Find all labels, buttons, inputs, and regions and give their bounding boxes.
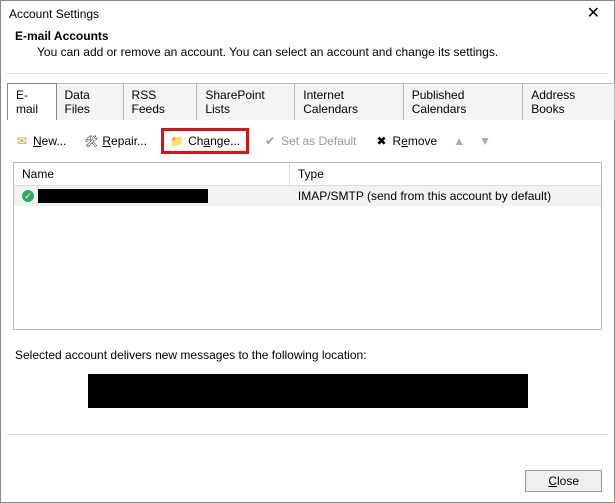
remove-button[interactable]: Remove	[371, 132, 442, 150]
account-name-redacted	[38, 189, 208, 203]
set-default-button: Set as Default	[259, 132, 360, 150]
header-title: E-mail Accounts	[15, 29, 600, 43]
tab-rss-feeds[interactable]: RSS Feeds	[123, 83, 198, 120]
new-button[interactable]: New...	[11, 132, 70, 150]
change-button[interactable]: Change...	[161, 128, 249, 154]
account-list[interactable]: Name Type ✓ IMAP/SMTP (send from this ac…	[13, 162, 602, 330]
tab-published-calendars[interactable]: Published Calendars	[403, 83, 524, 120]
divider	[7, 73, 608, 74]
tab-address-books[interactable]: Address Books	[522, 83, 615, 120]
header: E-mail Accounts You can add or remove an…	[1, 23, 614, 73]
table-row[interactable]: ✓ IMAP/SMTP (send from this account by d…	[14, 186, 601, 206]
col-name[interactable]: Name	[14, 163, 290, 185]
account-type: IMAP/SMTP (send from this account by def…	[290, 186, 601, 206]
header-subtitle: You can add or remove an account. You ca…	[15, 45, 600, 59]
tab-sharepoint[interactable]: SharePoint Lists	[196, 83, 295, 120]
close-button[interactable]: Close	[525, 470, 602, 492]
tools-icon	[84, 134, 98, 148]
repair-button[interactable]: Repair...	[80, 132, 151, 150]
window-title: Account Settings	[9, 7, 99, 21]
folder-icon	[170, 134, 184, 148]
divider	[7, 434, 608, 435]
default-badge-icon: ✓	[22, 190, 34, 202]
move-down-icon: ▼	[477, 134, 493, 148]
tab-email[interactable]: E-mail	[7, 83, 57, 120]
move-up-icon: ▲	[451, 134, 467, 148]
location-label: Selected account delivers new messages t…	[15, 348, 600, 362]
envelope-icon	[15, 134, 29, 148]
tab-internet-calendars[interactable]: Internet Calendars	[294, 83, 403, 120]
close-icon[interactable]: ✕	[581, 7, 606, 21]
tabstrip: E-mail Data Files RSS Feeds SharePoint L…	[1, 83, 614, 120]
x-icon	[375, 134, 389, 148]
toolbar: New... Repair... Change... Set as Defaul…	[1, 120, 614, 162]
location-value-redacted	[88, 374, 528, 408]
check-icon	[263, 134, 277, 148]
tab-data-files[interactable]: Data Files	[56, 83, 124, 120]
list-header: Name Type	[14, 163, 601, 186]
col-type[interactable]: Type	[290, 163, 601, 185]
